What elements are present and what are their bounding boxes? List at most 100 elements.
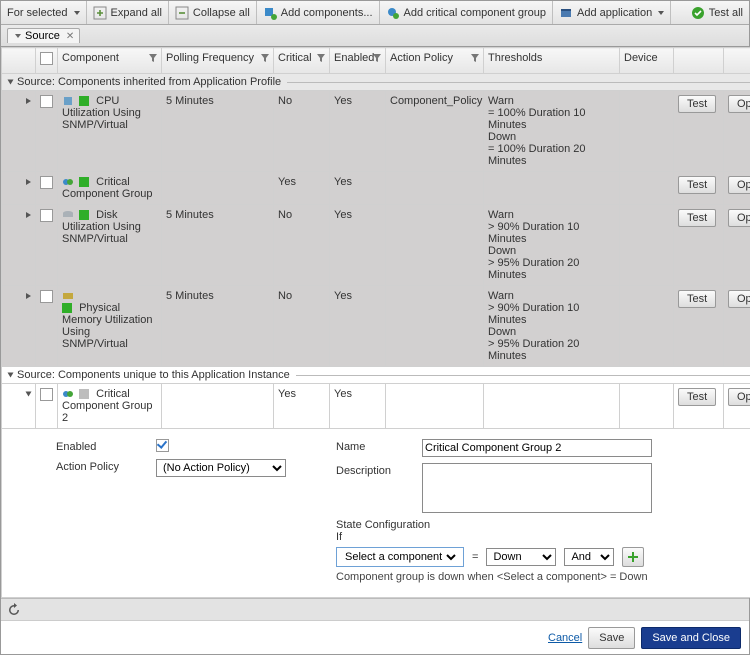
polling-cell: 5 Minutes <box>162 91 274 172</box>
footer: Cancel Save Save and Close <box>1 620 749 654</box>
operator-select[interactable]: And <box>564 548 614 566</box>
critical-cell: Yes <box>274 384 330 429</box>
action-policy-select[interactable]: (No Action Policy) <box>156 459 286 477</box>
component-icon <box>263 6 277 20</box>
save-and-close-button[interactable]: Save and Close <box>641 627 741 649</box>
action-policy-cell: Component_Policy <box>386 91 484 172</box>
action-policy-label: Action Policy <box>56 459 156 473</box>
collapse-row-icon[interactable] <box>26 392 32 397</box>
refresh-icon[interactable] <box>7 603 21 617</box>
chevron-down-icon <box>15 34 21 38</box>
table-row: Critical Component Group 2 Yes Yes Test … <box>2 384 750 429</box>
enabled-cell: Yes <box>330 384 386 429</box>
test-button[interactable]: Test <box>678 209 716 227</box>
action-policy-cell <box>386 172 484 205</box>
header-test <box>674 48 724 74</box>
header-critical[interactable]: Critical <box>274 48 330 74</box>
header-polling[interactable]: Polling Frequency <box>162 48 274 74</box>
add-critical-group-button[interactable]: Add critical component group <box>380 1 553 24</box>
test-button[interactable]: Test <box>678 176 716 194</box>
test-button[interactable]: Test <box>678 95 716 113</box>
device-cell <box>620 205 674 286</box>
critical-icon <box>386 6 400 20</box>
close-icon[interactable]: ✕ <box>66 31 74 42</box>
polling-cell <box>162 384 274 429</box>
tab-row: Source ✕ <box>1 25 749 47</box>
add-components-button[interactable]: Add components... <box>257 1 380 24</box>
label: Add components... <box>281 7 373 19</box>
chevron-down-icon <box>8 80 14 85</box>
action-policy-cell <box>386 205 484 286</box>
row-checkbox[interactable] <box>40 176 53 189</box>
chevron-down-icon <box>658 11 664 15</box>
enabled-cell: Yes <box>330 286 386 367</box>
tab-source[interactable]: Source ✕ <box>7 28 80 43</box>
application-icon <box>559 6 573 20</box>
table-row: Critical Component Group Yes Yes Test Op… <box>2 172 750 205</box>
options-button[interactable]: Options <box>728 95 750 113</box>
add-application-button[interactable]: Add application <box>553 1 671 24</box>
expand-all-button[interactable]: Expand all <box>87 1 169 24</box>
status-up-icon <box>79 210 89 220</box>
polling-cell: 5 Minutes <box>162 286 274 367</box>
expand-row-icon[interactable] <box>26 98 31 104</box>
options-button[interactable]: Options <box>728 176 750 194</box>
component-select[interactable]: Select a component <box>336 547 464 567</box>
header-thresholds[interactable]: Thresholds <box>484 48 620 74</box>
header-enabled[interactable]: Enabled <box>330 48 386 74</box>
detail-row: Enabled Action Policy (No Action Policy) <box>2 429 750 598</box>
name-input[interactable] <box>422 439 652 457</box>
critical-cell: No <box>274 205 330 286</box>
description-label: Description <box>336 463 422 477</box>
status-unknown-icon <box>79 389 89 399</box>
group-inherited[interactable]: Source: Components inherited from Applic… <box>2 74 750 91</box>
save-button[interactable]: Save <box>588 627 635 649</box>
group-unique[interactable]: Source: Components unique to this Applic… <box>2 367 750 384</box>
expand-row-icon[interactable] <box>26 293 31 299</box>
components-grid: Component Polling Frequency Critical Ena… <box>1 47 750 598</box>
name-label: Name <box>336 439 422 453</box>
header-device[interactable]: Device <box>620 48 674 74</box>
for-selected-button[interactable]: For selected <box>1 1 87 24</box>
options-button[interactable]: Options <box>728 388 750 406</box>
description-textarea[interactable] <box>422 463 652 513</box>
test-button[interactable]: Test <box>678 290 716 308</box>
table-row: CPU Utilization Using SNMP/Virtual 5 Min… <box>2 91 750 172</box>
action-policy-cell <box>386 286 484 367</box>
enabled-cell: Yes <box>330 91 386 172</box>
test-button[interactable]: Test <box>678 388 716 406</box>
options-button[interactable]: Options <box>728 290 750 308</box>
table-row: Disk Utilization Using SNMP/Virtual 5 Mi… <box>2 205 750 286</box>
chevron-down-icon <box>8 373 14 378</box>
collapse-all-button[interactable]: Collapse all <box>169 1 257 24</box>
group-label: Source: Components unique to this Applic… <box>17 369 290 381</box>
row-checkbox[interactable] <box>40 95 53 108</box>
expand-row-icon[interactable] <box>26 179 31 185</box>
row-checkbox[interactable] <box>40 290 53 303</box>
cancel-link[interactable]: Cancel <box>548 632 582 644</box>
label: Collapse all <box>193 7 250 19</box>
header-action-policy[interactable]: Action Policy <box>386 48 484 74</box>
enabled-cell: Yes <box>330 205 386 286</box>
memory-icon <box>62 290 74 302</box>
state-select[interactable]: Down <box>486 548 556 566</box>
expand-row-icon[interactable] <box>26 212 31 218</box>
header-component[interactable]: Component <box>58 48 162 74</box>
row-checkbox[interactable] <box>40 388 53 401</box>
status-up-icon <box>79 177 89 187</box>
test-all-button[interactable]: Test all <box>685 1 749 24</box>
add-condition-button[interactable] <box>622 547 644 567</box>
header-select-all[interactable] <box>36 48 58 74</box>
thresholds-cell: Warn > 90% Duration 10 Minutes Down > 95… <box>484 286 620 367</box>
critical-cell: No <box>274 286 330 367</box>
enabled-checkbox[interactable] <box>156 439 169 452</box>
status-up-icon <box>79 96 89 106</box>
collapse-icon <box>175 6 189 20</box>
row-checkbox[interactable] <box>40 209 53 222</box>
thresholds-cell: Warn > 90% Duration 10 Minutes Down > 95… <box>484 205 620 286</box>
critical-cell: No <box>274 91 330 172</box>
options-button[interactable]: Options <box>728 209 750 227</box>
disk-icon <box>62 209 74 221</box>
component-cell: Physical Memory Utilization Using SNMP/V… <box>58 286 162 367</box>
enabled-cell: Yes <box>330 172 386 205</box>
